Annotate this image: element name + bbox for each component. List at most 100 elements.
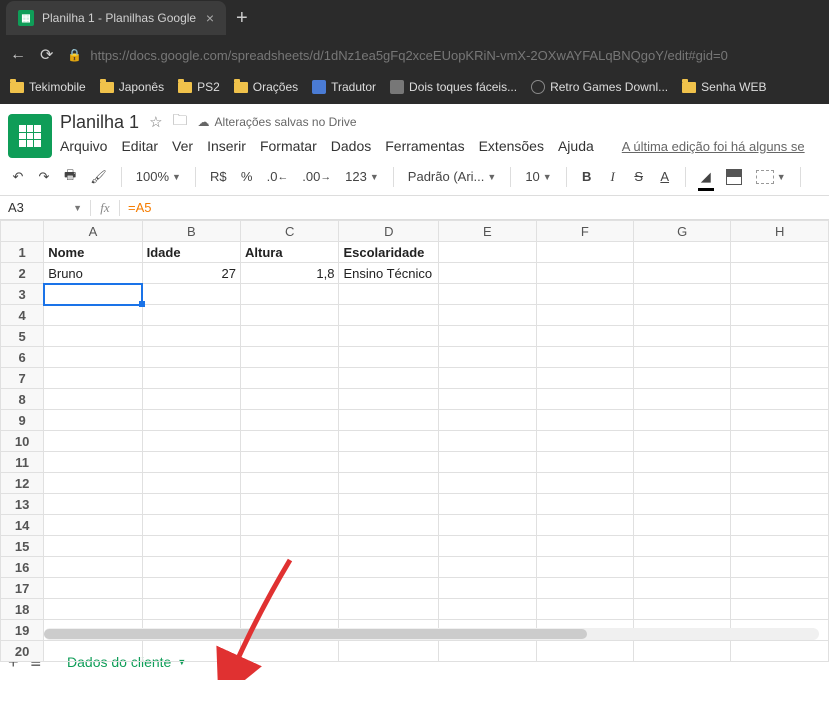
cell[interactable] [439, 599, 536, 620]
cell[interactable] [731, 305, 829, 326]
cell[interactable] [536, 305, 633, 326]
row-header[interactable]: 12 [1, 473, 44, 494]
cell[interactable] [241, 599, 339, 620]
cell[interactable]: Nome [44, 242, 142, 263]
bookmark-ps2[interactable]: PS2 [178, 80, 220, 94]
cell[interactable] [731, 347, 829, 368]
cell[interactable]: Altura [241, 242, 339, 263]
number-format[interactable]: 123▼ [341, 165, 383, 189]
text-color-button[interactable]: A [655, 165, 675, 189]
cell[interactable] [44, 389, 142, 410]
cell[interactable] [439, 305, 536, 326]
font-select[interactable]: Padrão (Ari...▼ [404, 165, 501, 189]
cell[interactable] [44, 578, 142, 599]
undo-icon[interactable]: ↶ [8, 165, 28, 189]
cell[interactable] [731, 473, 829, 494]
zoom-select[interactable]: 100%▼ [132, 165, 185, 189]
bookmark-dois-toques[interactable]: Dois toques fáceis... [390, 80, 517, 94]
cell[interactable] [44, 431, 142, 452]
bookmark-japones[interactable]: Japonês [100, 80, 164, 94]
cell[interactable] [44, 305, 142, 326]
cell[interactable] [634, 347, 731, 368]
bookmark-tradutor[interactable]: Tradutor [312, 80, 376, 94]
column-header[interactable]: F [536, 221, 633, 242]
back-icon[interactable]: ← [10, 46, 26, 64]
cell[interactable] [439, 431, 536, 452]
cell[interactable] [634, 368, 731, 389]
cell[interactable] [634, 494, 731, 515]
menu-arquivo[interactable]: Arquivo [60, 138, 107, 154]
strike-button[interactable]: S [629, 165, 649, 189]
cell[interactable] [536, 431, 633, 452]
cell[interactable] [241, 431, 339, 452]
column-header[interactable]: H [731, 221, 829, 242]
cell[interactable] [241, 557, 339, 578]
cell[interactable] [731, 536, 829, 557]
cell[interactable] [339, 599, 439, 620]
cell[interactable] [536, 473, 633, 494]
column-header[interactable]: E [439, 221, 536, 242]
cell[interactable] [439, 263, 536, 284]
cell[interactable] [142, 326, 240, 347]
row-header[interactable]: 20 [1, 641, 44, 662]
merge-button[interactable]: ▼ [752, 165, 790, 189]
redo-icon[interactable]: ↷ [34, 165, 54, 189]
cell[interactable] [731, 263, 829, 284]
paint-format-icon[interactable]: 🖌 [86, 165, 111, 189]
cell[interactable] [731, 368, 829, 389]
cell[interactable] [339, 641, 439, 662]
cell[interactable] [731, 284, 829, 305]
cell[interactable] [44, 368, 142, 389]
cell[interactable] [142, 578, 240, 599]
row-header[interactable]: 6 [1, 347, 44, 368]
cell[interactable] [44, 536, 142, 557]
address-bar[interactable]: 🔒 https://docs.google.com/spreadsheets/d… [67, 48, 819, 63]
cell[interactable] [241, 473, 339, 494]
cell[interactable] [142, 284, 240, 305]
menu-ferramentas[interactable]: Ferramentas [385, 138, 464, 154]
column-header[interactable]: D [339, 221, 439, 242]
cell[interactable] [731, 641, 829, 662]
cell[interactable] [536, 578, 633, 599]
cell[interactable]: Idade [142, 242, 240, 263]
row-header[interactable]: 10 [1, 431, 44, 452]
cell[interactable] [339, 536, 439, 557]
cell[interactable]: Bruno [44, 263, 142, 284]
bookmark-oracoes[interactable]: Orações [234, 80, 298, 94]
menu-ajuda[interactable]: Ajuda [558, 138, 594, 154]
cell[interactable] [731, 389, 829, 410]
formula-input[interactable]: =A5 [120, 200, 829, 215]
italic-button[interactable]: I [603, 165, 623, 189]
row-header[interactable]: 2 [1, 263, 44, 284]
cell[interactable] [142, 347, 240, 368]
cell[interactable] [439, 515, 536, 536]
row-header[interactable]: 16 [1, 557, 44, 578]
cell[interactable] [142, 557, 240, 578]
cell[interactable] [731, 431, 829, 452]
doc-title[interactable]: Planilha 1 [60, 112, 139, 133]
cell[interactable] [634, 515, 731, 536]
sheets-logo[interactable] [8, 114, 52, 158]
fill-color-button[interactable]: ◢ [696, 165, 716, 189]
cell[interactable] [536, 347, 633, 368]
cell[interactable] [339, 389, 439, 410]
cell[interactable] [536, 515, 633, 536]
row-header[interactable]: 4 [1, 305, 44, 326]
cell[interactable] [142, 515, 240, 536]
cell[interactable] [44, 473, 142, 494]
cell[interactable] [731, 557, 829, 578]
cell[interactable] [44, 326, 142, 347]
row-header[interactable]: 18 [1, 599, 44, 620]
cell[interactable] [44, 284, 142, 305]
cell[interactable] [241, 452, 339, 473]
cell[interactable] [339, 410, 439, 431]
borders-button[interactable] [722, 165, 746, 189]
cell[interactable] [634, 284, 731, 305]
cell[interactable] [339, 284, 439, 305]
cell[interactable] [339, 368, 439, 389]
row-header[interactable]: 3 [1, 284, 44, 305]
cell[interactable] [634, 473, 731, 494]
row-header[interactable]: 11 [1, 452, 44, 473]
cell[interactable] [44, 641, 142, 662]
spreadsheet-grid[interactable]: ABCDEFGH1NomeIdadeAlturaEscolaridade2Bru… [0, 220, 829, 640]
